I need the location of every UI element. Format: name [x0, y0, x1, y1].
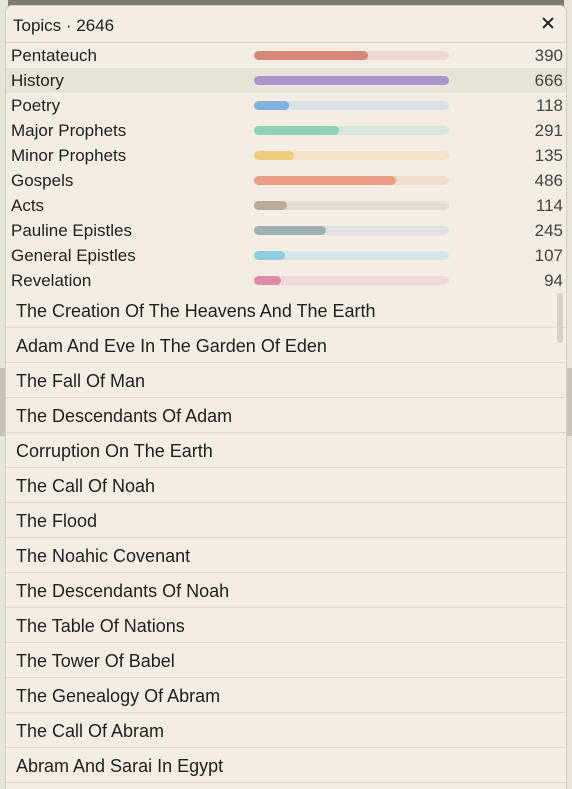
topic-list[interactable]: The Creation Of The Heavens And The Eart…: [6, 293, 566, 789]
topic-list-item[interactable]: The Descendants Of Noah: [6, 573, 566, 608]
book-group-name: Gospels: [11, 171, 74, 190]
topic-list-item[interactable]: Abram And Sarai In Egypt: [6, 748, 566, 783]
book-group-bar-track: [254, 51, 449, 60]
book-group-count: 114: [535, 196, 563, 215]
book-group-count: 390: [534, 46, 563, 65]
book-group-name: History: [11, 71, 64, 90]
book-group-bar-fill: [254, 51, 369, 60]
close-icon[interactable]: [539, 14, 557, 32]
book-group-row[interactable]: Major Prophets 291: [6, 118, 566, 143]
book-group-row[interactable]: History 666: [6, 68, 566, 93]
book-group-name: General Epistles: [11, 246, 136, 265]
book-group-name: Major Prophets: [11, 121, 127, 140]
popover-header: Topics · 2646: [6, 6, 566, 43]
book-group-bar-fill: [254, 251, 286, 260]
book-group-list: Pentateuch 390 History 666 Poetry 118 Major Pr…: [6, 43, 566, 293]
book-group-row[interactable]: General Epistles 107: [6, 243, 566, 268]
book-group-row[interactable]: Revelation 94: [6, 268, 566, 293]
popover-title: Topics · 2646: [13, 16, 115, 35]
book-group-name: Pauline Epistles: [11, 221, 132, 240]
book-group-bar-track: [254, 226, 449, 235]
book-group-bar-track: [254, 201, 449, 210]
book-group-count: 118: [535, 96, 563, 115]
book-group-bar-fill: [254, 276, 282, 285]
book-group-bar-track: [254, 276, 449, 285]
book-group-count: 486: [534, 171, 563, 190]
topic-list-item[interactable]: The Creation Of The Heavens And The Eart…: [6, 293, 566, 328]
book-group-bar-track: [254, 251, 449, 260]
book-group-bar-track: [254, 176, 449, 185]
book-group-name: Poetry: [11, 96, 61, 115]
book-group-bar-fill: [254, 126, 340, 135]
book-group-row[interactable]: Pauline Epistles 245: [6, 218, 566, 243]
topics-popover: Topics · 2646 Pentateuch 390 History 666 Poe…: [6, 6, 566, 789]
book-group-count: 666: [534, 71, 563, 90]
book-group-count: 135: [534, 146, 563, 165]
topic-list-item[interactable]: Adam And Eve In The Garden Of Eden: [6, 328, 566, 363]
topic-list-item[interactable]: The Table Of Nations: [6, 608, 566, 643]
topic-list-item[interactable]: The Flood: [6, 503, 566, 538]
topic-list-item[interactable]: The Noahic Covenant: [6, 538, 566, 573]
book-group-row[interactable]: Acts 114: [6, 193, 566, 218]
topic-list-item[interactable]: The Call Of Abram: [6, 713, 566, 748]
book-group-bar-track: [254, 151, 449, 160]
book-group-bar-fill: [254, 101, 290, 110]
book-group-count: 245: [534, 221, 563, 240]
book-group-bar-fill: [254, 201, 288, 210]
book-group-bar-fill: [254, 226, 326, 235]
book-group-bar-track: [254, 126, 449, 135]
scrollbar-thumb[interactable]: [557, 293, 563, 343]
book-group-name: Acts: [11, 196, 45, 215]
book-group-name: Minor Prophets: [11, 146, 127, 165]
topic-list-item[interactable]: The Genealogy Of Abram: [6, 678, 566, 713]
book-group-row[interactable]: Minor Prophets 135: [6, 143, 566, 168]
book-group-bar-fill: [254, 76, 449, 85]
book-group-row[interactable]: Gospels 486: [6, 168, 566, 193]
book-group-row[interactable]: Pentateuch 390: [6, 43, 566, 68]
book-group-name: Revelation: [11, 271, 92, 290]
book-group-bar-fill: [254, 151, 294, 160]
topic-list-item[interactable]: The Fall Of Man: [6, 363, 566, 398]
topic-list-item[interactable]: The Descendants Of Adam: [6, 398, 566, 433]
topic-list-item[interactable]: Corruption On The Earth: [6, 433, 566, 468]
book-group-name: Pentateuch: [11, 46, 98, 65]
book-group-bar-fill: [254, 176, 397, 185]
book-group-count: 291: [534, 121, 563, 140]
topic-list-item[interactable]: The Call Of Noah: [6, 468, 566, 503]
book-group-bar-track: [254, 101, 449, 110]
book-group-row[interactable]: Poetry 118: [6, 93, 566, 118]
book-group-count: 94: [544, 271, 563, 290]
book-group-count: 107: [534, 246, 563, 265]
book-group-bar-track: [254, 76, 449, 85]
topic-list-item[interactable]: The Tower Of Babel: [6, 643, 566, 678]
